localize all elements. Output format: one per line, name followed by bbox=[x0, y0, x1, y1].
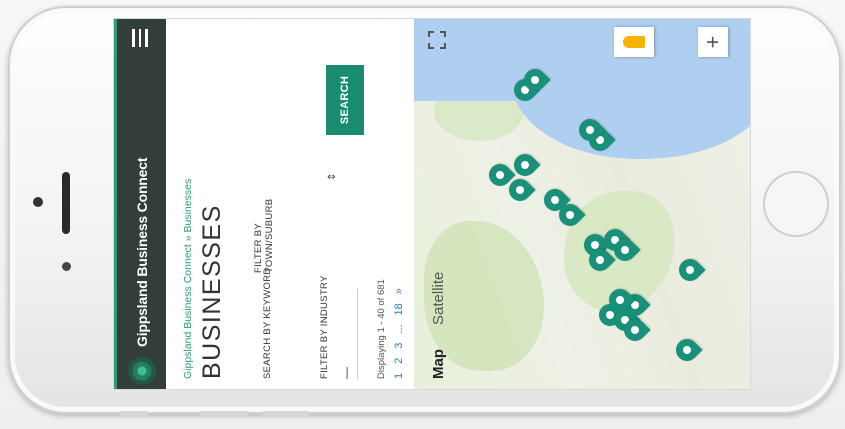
town-select-caret-icon[interactable]: ⇕ bbox=[327, 173, 338, 181]
keyword-filter-label[interactable]: SEARCH BY KEYWORD bbox=[262, 267, 273, 379]
front-camera-icon bbox=[33, 197, 43, 207]
zoom-in-button[interactable]: + bbox=[698, 27, 728, 57]
page-ellipsis: ... bbox=[393, 324, 405, 334]
tab-map[interactable]: Map bbox=[430, 349, 447, 379]
industry-select-underline bbox=[357, 289, 358, 379]
breadcrumb[interactable]: Gippsland Business Connect » Businesses bbox=[182, 179, 194, 379]
earpiece-speaker bbox=[62, 172, 70, 234]
proximity-sensor bbox=[62, 262, 71, 271]
town-filter-label[interactable]: FILTER BY TOWN/SUBURB bbox=[253, 183, 275, 273]
volume-up-button bbox=[200, 411, 248, 416]
next-page-link[interactable]: » bbox=[393, 288, 405, 294]
pagination: 1 2 3 ... 18 » bbox=[393, 288, 405, 379]
map-type-tabs: Map Satellite bbox=[414, 19, 462, 389]
map-view[interactable]: Map Satellite + bbox=[414, 19, 750, 389]
page-link-2[interactable]: 2 bbox=[393, 358, 405, 364]
app-title[interactable]: Gippsland Business Connect bbox=[134, 158, 150, 347]
fullscreen-icon[interactable] bbox=[428, 31, 446, 49]
screen-content: Gippsland Business Connect Gippsland Bus… bbox=[114, 19, 750, 389]
industry-select[interactable]: — bbox=[339, 367, 353, 379]
tab-satellite[interactable]: Satellite bbox=[430, 272, 447, 325]
page-link-1[interactable]: 1 bbox=[393, 373, 405, 379]
map-marker[interactable] bbox=[674, 254, 706, 286]
home-button bbox=[763, 171, 829, 237]
mute-switch bbox=[120, 411, 148, 416]
logo-icon[interactable] bbox=[128, 357, 156, 385]
phone-screen: Gippsland Business Connect Gippsland Bus… bbox=[113, 18, 751, 390]
photo-stage: Gippsland Business Connect Gippsland Bus… bbox=[0, 0, 845, 429]
search-button[interactable]: SEARCH bbox=[326, 65, 364, 135]
page-link-3[interactable]: 3 bbox=[393, 343, 405, 349]
results-count: Displaying 1 - 40 of 681 bbox=[376, 279, 387, 379]
app-header: Gippsland Business Connect bbox=[114, 19, 166, 389]
map-marker[interactable] bbox=[671, 334, 703, 366]
industry-filter-label: FILTER BY INDUSTRY bbox=[319, 275, 330, 379]
street-view-pegman-icon[interactable] bbox=[614, 27, 654, 57]
volume-down-button bbox=[262, 411, 310, 416]
page-link-18[interactable]: 18 bbox=[393, 303, 405, 315]
page-title: BUSINESSES bbox=[198, 204, 226, 379]
hamburger-menu-icon[interactable] bbox=[132, 29, 148, 47]
